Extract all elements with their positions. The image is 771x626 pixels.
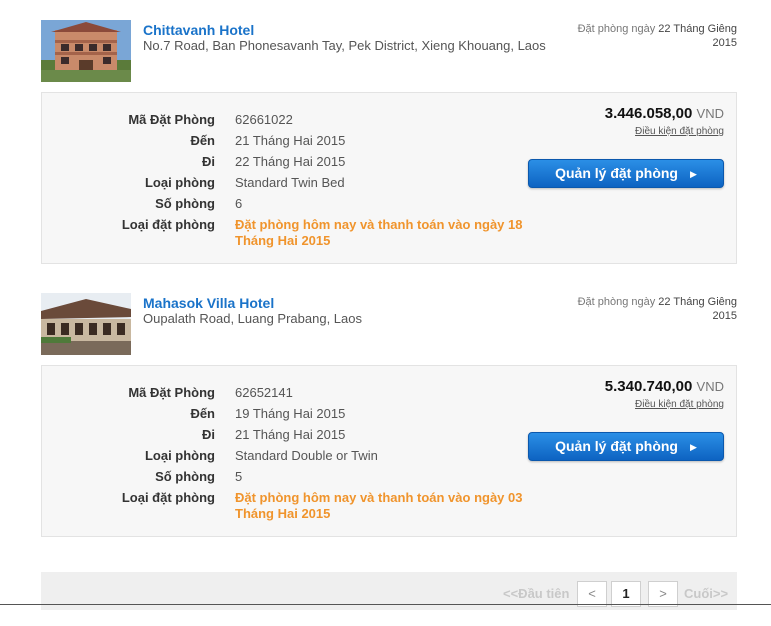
detail-value: 21 Tháng Hai 2015	[235, 427, 346, 442]
booking-details: Mã Đặt Phòng 62652141 Đến 19 Tháng Hai 2…	[41, 365, 737, 537]
manage-booking-label: Quản lý đặt phòng	[555, 165, 678, 181]
pager-first-link[interactable]: <<Đầu tiên	[503, 586, 569, 601]
booking-card: Mahasok Villa Hotel Oupalath Road, Luang…	[41, 293, 737, 537]
detail-label: Đến	[190, 133, 215, 148]
detail-label: Đi	[202, 427, 215, 442]
detail-label: Đến	[190, 406, 215, 421]
total-price: 5.340.740,00 VND	[605, 378, 724, 395]
detail-label: Số phòng	[155, 469, 215, 484]
divider	[0, 604, 771, 605]
pager-last-link[interactable]: Cuối>>	[684, 586, 728, 601]
hotel-header: Chittavanh Hotel No.7 Road, Ban Phonesav…	[41, 20, 737, 82]
detail-label: Mã Đặt Phòng	[128, 385, 215, 400]
detail-value: 5	[235, 469, 243, 484]
payment-notice: Đặt phòng hôm nay và thanh toán vào ngày…	[235, 490, 523, 521]
booking-date-value: 22 Tháng Giêng 2015	[658, 296, 737, 322]
chevron-right-icon: ▶	[689, 442, 697, 452]
detail-value: 19 Tháng Hai 2015	[235, 406, 346, 421]
detail-label: Loại đặt phòng	[121, 490, 215, 505]
detail-label: Mã Đặt Phòng	[128, 112, 215, 127]
chevron-right-icon: ▶	[689, 169, 697, 179]
manage-booking-label: Quản lý đặt phòng	[555, 438, 678, 454]
detail-label: Số phòng	[155, 196, 215, 211]
detail-value: 21 Tháng Hai 2015	[235, 133, 346, 148]
detail-value: 62661022	[235, 112, 293, 127]
detail-label: Loại đặt phòng	[121, 217, 215, 232]
hotel-photo[interactable]	[41, 20, 131, 82]
detail-value: 6	[235, 196, 243, 211]
hotel-header: Mahasok Villa Hotel Oupalath Road, Luang…	[41, 293, 737, 355]
booking-date-value: 22 Tháng Giêng 2015	[658, 23, 737, 49]
detail-value: Standard Double or Twin	[235, 448, 378, 463]
detail-label: Loại phòng	[144, 175, 215, 190]
total-price: 3.446.058,00 VND	[605, 105, 724, 122]
payment-notice: Đặt phòng hôm nay và thanh toán vào ngày…	[235, 217, 523, 248]
booking-terms-link[interactable]: Điều kiện đặt phòng	[635, 126, 724, 137]
detail-value: 22 Tháng Hai 2015	[235, 154, 346, 169]
detail-value: 62652141	[235, 385, 293, 400]
price-currency: VND	[696, 379, 724, 394]
hotel-address: Oupalath Road, Luang Prabang, Laos	[143, 311, 363, 326]
detail-label: Loại phòng	[144, 448, 215, 463]
booking-date-label: Đặt phòng ngày	[577, 23, 656, 35]
manage-booking-button[interactable]: Quản lý đặt phòng ▶	[528, 432, 724, 461]
booking-terms-link[interactable]: Điều kiện đặt phòng	[635, 399, 724, 410]
hotel-address: No.7 Road, Ban Phonesavanh Tay, Pek Dist…	[143, 38, 546, 53]
booking-date: Đặt phòng ngày 22 Tháng Giêng 2015	[567, 22, 737, 50]
booking-date-label: Đặt phòng ngày	[577, 296, 656, 308]
booking-date: Đặt phòng ngày 22 Tháng Giêng 2015	[567, 295, 737, 323]
hotel-photo[interactable]	[41, 293, 131, 355]
booking-details: Mã Đặt Phòng 62661022 Đến 21 Tháng Hai 2…	[41, 92, 737, 264]
hotel-name-link[interactable]: Chittavanh Hotel	[143, 22, 254, 38]
detail-label: Đi	[202, 154, 215, 169]
detail-value: Standard Twin Bed	[235, 175, 345, 190]
price-amount: 5.340.740,00	[604, 378, 693, 395]
hotel-name-link[interactable]: Mahasok Villa Hotel	[143, 295, 274, 311]
booking-card: Chittavanh Hotel No.7 Road, Ban Phonesav…	[41, 20, 737, 264]
manage-booking-button[interactable]: Quản lý đặt phòng ▶	[528, 159, 724, 188]
price-amount: 3.446.058,00	[604, 105, 693, 122]
price-currency: VND	[696, 106, 724, 121]
